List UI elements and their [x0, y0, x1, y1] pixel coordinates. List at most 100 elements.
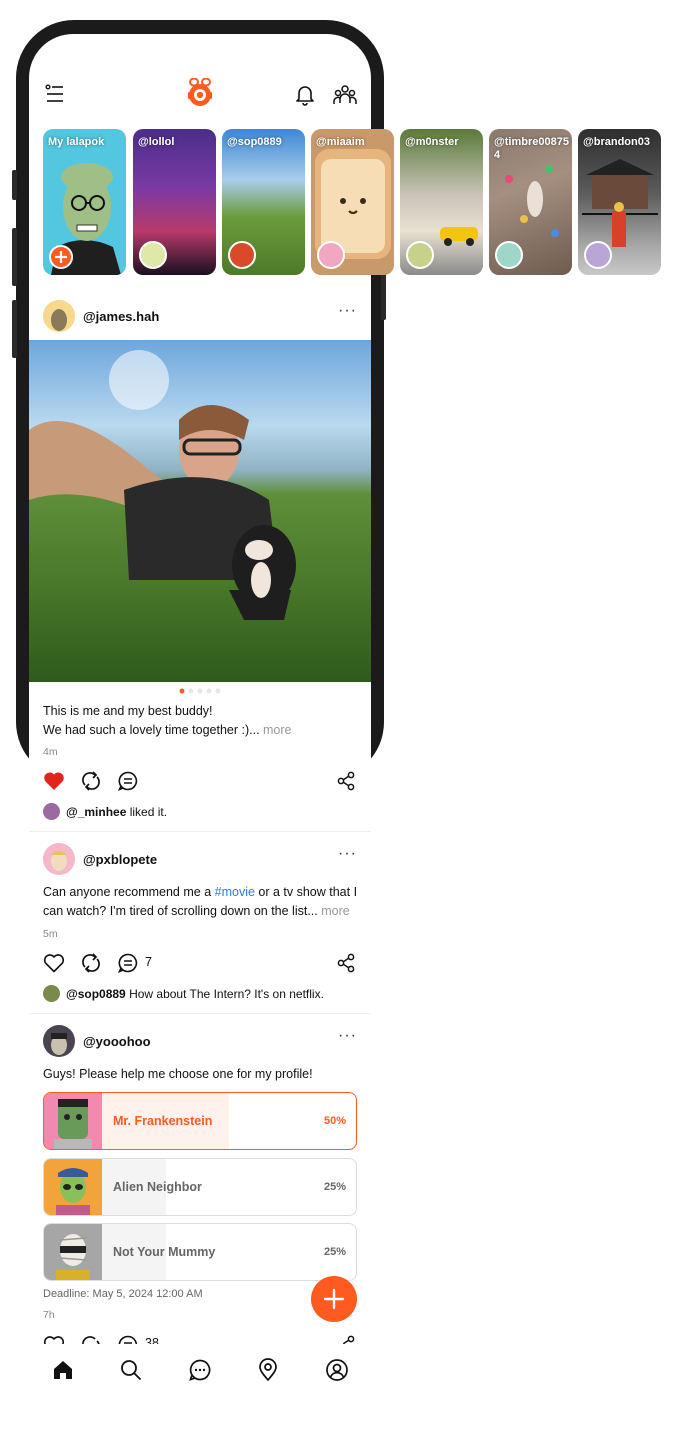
story-label: @brandon03	[583, 136, 650, 148]
avatar[interactable]	[43, 1025, 75, 1057]
story-timbre008754[interactable]: @timbre008754	[489, 129, 572, 275]
avatar	[43, 985, 60, 1002]
story-m0nster[interactable]: @m0nster	[400, 129, 483, 275]
caption-line: This is me and my best buddy!	[43, 704, 213, 718]
username[interactable]: @yooohoo	[83, 1034, 151, 1049]
frankenstein-illustration	[54, 1099, 92, 1149]
story-label: @miaaim	[316, 136, 365, 148]
liked-text: liked it.	[126, 805, 168, 819]
location-icon[interactable]	[256, 1358, 280, 1382]
share-icon[interactable]	[336, 953, 356, 973]
avatar-illustration	[51, 309, 67, 331]
post-caption: This is me and my best buddy! We had suc…	[43, 702, 359, 740]
comment-text: How about The Intern? It's on netflix.	[125, 987, 324, 1001]
story-avatar	[495, 241, 523, 269]
post-time: 4m	[43, 746, 58, 758]
avatar[interactable]	[43, 843, 75, 875]
caption-text: We had such a lovely time together :)...	[43, 723, 264, 737]
chat-icon[interactable]	[188, 1358, 212, 1382]
more-options-icon[interactable]: ···	[338, 845, 357, 863]
heart-filled-icon[interactable]	[43, 771, 65, 791]
story-label: My lalapok	[48, 136, 105, 148]
bottom-tab-bar	[29, 1344, 371, 1414]
mute-switch	[12, 170, 17, 200]
compose-button[interactable]	[311, 1276, 357, 1322]
repost-icon[interactable]	[81, 953, 101, 973]
poll-deadline: Deadline: May 5, 2024 12:00 AM	[43, 1288, 203, 1300]
more-link[interactable]: more	[321, 904, 349, 918]
poll-option[interactable]: Alien Neighbor 25%	[43, 1158, 357, 1216]
comment-icon[interactable]	[118, 771, 138, 791]
poll-option-label: Mr. Frankenstein	[113, 1114, 213, 1128]
top-comment-line: @sop0889 How about The Intern? It's on n…	[43, 985, 324, 1002]
poll-option-label: Not Your Mummy	[113, 1245, 216, 1259]
poll-option[interactable]: Mr. Frankenstein 50%	[43, 1092, 357, 1150]
avatar	[43, 803, 60, 820]
caption-line: We had such a lovely time together :)...…	[43, 721, 359, 740]
post-caption: Can anyone recommend me a #movie or a tv…	[43, 883, 359, 921]
story-label: @m0nster	[405, 136, 459, 148]
post-time: 7h	[43, 1309, 55, 1321]
story-miaaim[interactable]: @miaaim	[311, 129, 394, 275]
avatar-illustration	[51, 851, 67, 871]
post-actions	[43, 770, 357, 794]
post-photo[interactable]	[29, 340, 371, 682]
story-my-lalapok[interactable]: My lalapok	[43, 129, 126, 275]
home-icon[interactable]	[51, 1358, 75, 1382]
commenter-username[interactable]: @sop0889	[66, 987, 126, 1001]
caption-text: Can anyone recommend me a	[43, 885, 215, 899]
top-bar	[29, 74, 371, 118]
liked-by-line: @_minhee liked it.	[43, 803, 167, 820]
poll-option-image	[44, 1159, 102, 1215]
share-icon[interactable]	[336, 771, 356, 791]
hashtag-link[interactable]: #movie	[215, 885, 255, 899]
more-options-icon[interactable]: ···	[338, 1027, 357, 1045]
story-avatar	[584, 241, 612, 269]
divider	[29, 1013, 371, 1014]
poll-option-image	[44, 1224, 102, 1280]
more-options-icon[interactable]: ···	[338, 302, 357, 320]
poll-option[interactable]: Not Your Mummy 25%	[43, 1223, 357, 1281]
carousel-indicator	[179, 688, 221, 694]
story-label: @timbre008754	[494, 136, 569, 161]
volume-down-button	[12, 300, 17, 358]
profile-icon[interactable]	[325, 1358, 349, 1382]
menu-icon[interactable]	[45, 84, 65, 104]
add-story-icon[interactable]	[49, 245, 73, 269]
story-brandon03[interactable]: @brandon03	[578, 129, 661, 275]
more-link[interactable]: more	[263, 723, 291, 737]
stories-row: My lalapok @lollol @sop0889 @miaaim @m0n…	[43, 129, 676, 277]
group-icon[interactable]	[333, 84, 357, 106]
app-screen: My lalapok @lollol @sop0889 @miaaim @m0n…	[29, 34, 661, 1422]
post-actions: 7	[43, 952, 357, 976]
comment-icon[interactable]	[118, 953, 138, 973]
comment-count: 7	[145, 955, 152, 969]
poll-option-label: Alien Neighbor	[113, 1180, 202, 1194]
poll-option-percent: 25%	[323, 1246, 346, 1258]
story-sop0889[interactable]: @sop0889	[222, 129, 305, 275]
avatar[interactable]	[43, 300, 75, 332]
poll-option-percent: 25%	[323, 1181, 346, 1193]
plus-icon	[323, 1288, 345, 1310]
bell-icon[interactable]	[295, 84, 315, 106]
story-avatar	[228, 241, 256, 269]
username[interactable]: @james.hah	[83, 309, 159, 324]
repost-icon[interactable]	[81, 771, 101, 791]
poll-option-image	[44, 1093, 102, 1149]
post-caption: Guys! Please help me choose one for my p…	[43, 1067, 313, 1081]
post-header: @pxblopete ···	[43, 843, 357, 877]
search-icon[interactable]	[119, 1358, 143, 1382]
heart-icon[interactable]	[43, 953, 65, 973]
story-avatar	[406, 241, 434, 269]
story-label: @sop0889	[227, 136, 282, 148]
liker-username[interactable]: @_minhee	[66, 805, 126, 819]
post-header: @yooohoo ···	[43, 1025, 357, 1059]
story-avatar	[317, 241, 345, 269]
story-lollol[interactable]: @lollol	[133, 129, 216, 275]
username[interactable]: @pxblopete	[83, 852, 157, 867]
volume-up-button	[12, 228, 17, 286]
story-avatar	[139, 241, 167, 269]
lalapok-mascot-icon[interactable]	[186, 78, 214, 108]
poll-option-percent: 50%	[323, 1115, 346, 1127]
mummy-illustration	[56, 1234, 90, 1280]
